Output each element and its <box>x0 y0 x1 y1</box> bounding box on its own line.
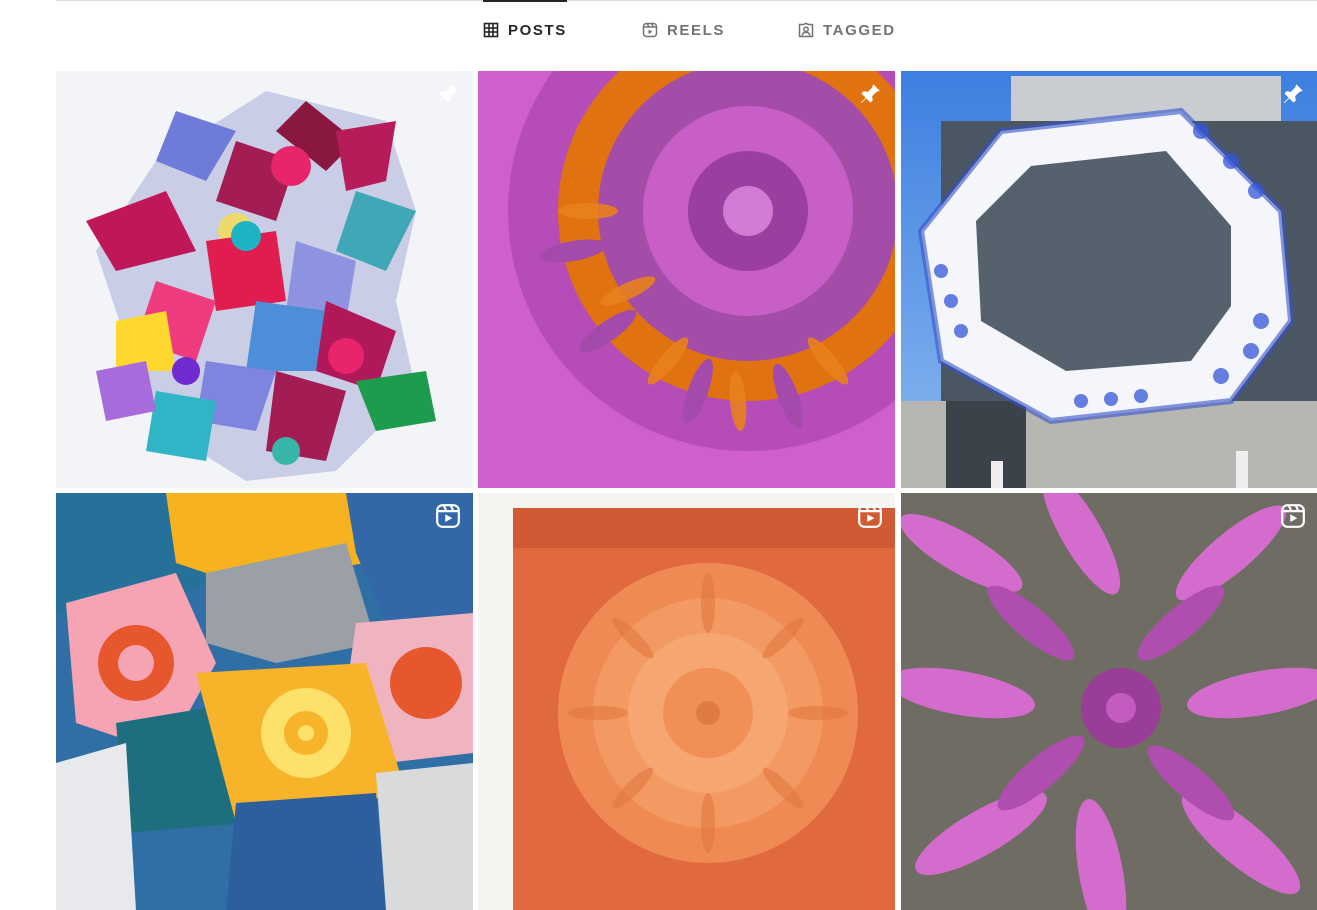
post-thumbnail[interactable] <box>56 71 473 488</box>
post-image <box>901 493 1317 910</box>
post-thumbnail[interactable] <box>56 493 473 910</box>
tab-tagged-label: TAGGED <box>823 21 896 39</box>
post-image <box>478 71 895 488</box>
post-thumbnail[interactable] <box>478 493 895 910</box>
tab-posts[interactable]: POSTS <box>483 0 567 60</box>
reels-icon <box>857 503 883 529</box>
post-image <box>901 71 1317 488</box>
post-thumbnail[interactable] <box>901 71 1317 488</box>
post-image <box>56 493 473 910</box>
grid-icon <box>483 22 499 38</box>
profile-tabs: POSTS REELS TAGGED <box>0 0 1317 60</box>
pin-icon <box>857 81 883 107</box>
tagged-icon <box>798 22 814 38</box>
pin-icon <box>1280 81 1306 107</box>
post-thumbnail[interactable] <box>901 493 1317 910</box>
pin-icon <box>435 81 461 107</box>
reels-icon <box>1280 503 1306 529</box>
tab-reels-label: REELS <box>667 21 726 39</box>
tab-tagged[interactable]: TAGGED <box>798 0 896 60</box>
tab-reels[interactable]: REELS <box>642 0 725 60</box>
post-image <box>478 493 895 910</box>
posts-grid <box>56 71 1317 910</box>
post-image <box>56 71 473 488</box>
tab-posts-label: POSTS <box>508 21 567 39</box>
reels-icon <box>435 503 461 529</box>
post-thumbnail[interactable] <box>478 71 895 488</box>
reels-icon <box>642 22 658 38</box>
